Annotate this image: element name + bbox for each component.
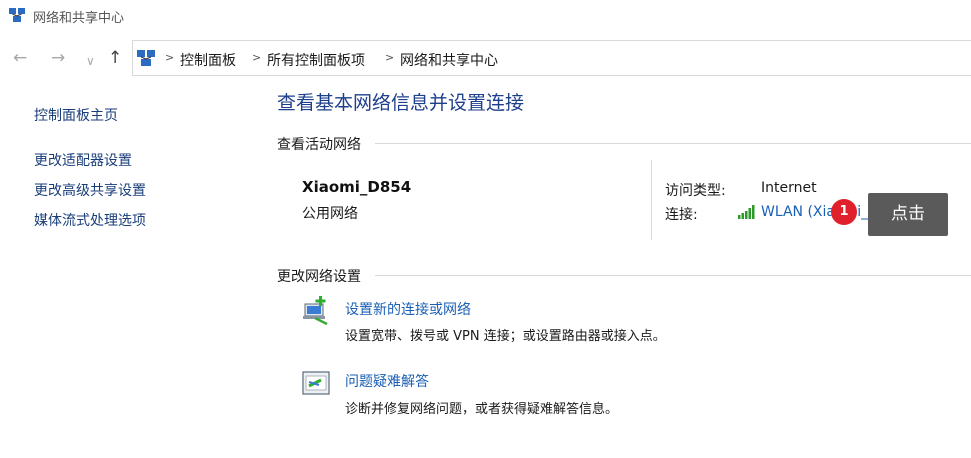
connection-label: 连接: bbox=[665, 207, 698, 223]
page-title: 查看基本网络信息并设置连接 bbox=[277, 92, 525, 114]
breadcrumb-separator-icon[interactable]: > bbox=[165, 51, 174, 64]
sidebar-item-change-adapter[interactable]: 更改适配器设置 bbox=[34, 150, 132, 170]
sidebar-item-media-streaming[interactable]: 媒体流式处理选项 bbox=[34, 210, 146, 230]
window-title: 网络和共享中心 bbox=[33, 11, 125, 26]
breadcrumb-separator-icon[interactable]: > bbox=[252, 51, 261, 64]
setup-connection-link[interactable]: 设置新的连接或网络 bbox=[345, 299, 471, 319]
breadcrumb-network-center[interactable]: 网络和共享中心 bbox=[400, 50, 498, 70]
breadcrumb-all-items[interactable]: 所有控制面板项 bbox=[267, 50, 365, 70]
network-name: Xiaomi_D854 bbox=[302, 178, 412, 196]
vertical-divider bbox=[651, 160, 652, 240]
access-type-value: Internet bbox=[761, 180, 817, 196]
network-type[interactable]: 公用网络 bbox=[302, 203, 358, 223]
breadcrumb-control-panel[interactable]: 控制面板 bbox=[180, 50, 236, 70]
change-settings-heading: 更改网络设置 bbox=[277, 269, 361, 285]
network-location-icon bbox=[137, 50, 155, 66]
network-sharing-center-icon bbox=[9, 8, 25, 22]
active-networks-heading: 查看活动网络 bbox=[277, 137, 361, 153]
troubleshoot-icon bbox=[302, 371, 330, 395]
history-chevron-icon[interactable]: ∨ bbox=[86, 51, 95, 71]
troubleshoot-desc: 诊断并修复网络问题，或者获得疑难解答信息。 bbox=[345, 402, 619, 417]
section-divider bbox=[375, 275, 971, 276]
setup-connection-desc: 设置宽带、拨号或 VPN 连接；或设置路由器或接入点。 bbox=[345, 329, 666, 344]
access-type-label: 访问类型: bbox=[665, 183, 726, 199]
step-badge: 1 bbox=[831, 199, 857, 225]
breadcrumb-separator-icon[interactable]: > bbox=[385, 51, 394, 64]
title-bar: 网络和共享中心 bbox=[0, 0, 971, 34]
troubleshoot-link[interactable]: 问题疑难解答 bbox=[345, 371, 429, 391]
forward-arrow-icon[interactable]: → bbox=[51, 48, 65, 68]
wifi-signal-icon bbox=[738, 205, 755, 219]
back-arrow-icon[interactable]: ← bbox=[13, 48, 27, 68]
click-tooltip: 点击 bbox=[868, 193, 948, 236]
sidebar-item-advanced-sharing[interactable]: 更改高级共享设置 bbox=[34, 180, 146, 200]
address-bar[interactable]: > 控制面板 > 所有控制面板项 > 网络和共享中心 bbox=[132, 40, 971, 76]
up-arrow-icon[interactable]: ↑ bbox=[108, 48, 122, 68]
sidebar-item-control-panel-home[interactable]: 控制面板主页 bbox=[34, 105, 118, 125]
new-connection-icon bbox=[303, 296, 328, 326]
section-divider bbox=[375, 143, 971, 144]
